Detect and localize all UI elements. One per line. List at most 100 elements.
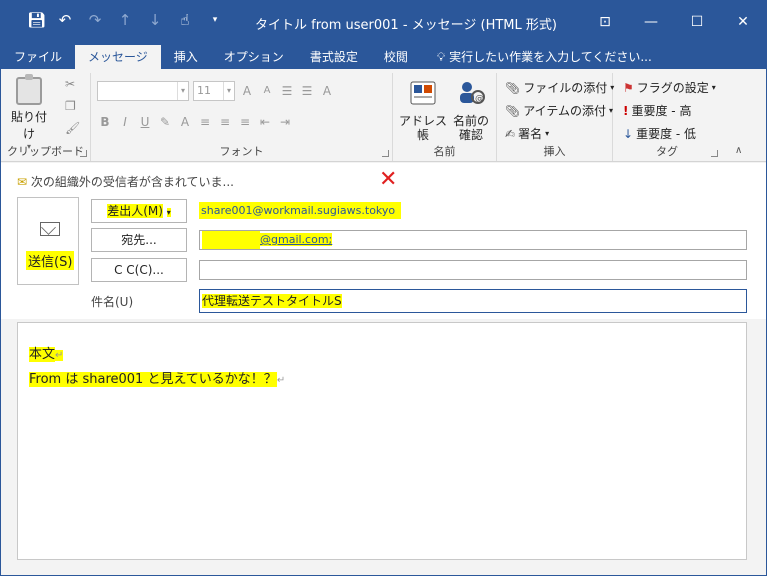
bold-button[interactable]: B (97, 113, 113, 131)
from-button[interactable]: 差出人(M) ▾ (91, 199, 187, 223)
title-bar: 💾︎ ↶ ↷ ↑ ↓ ☝︎ ▾ タイトル from user001 - メッセー… (1, 1, 766, 43)
from-label: 差出人(M) (107, 204, 163, 218)
cut-icon[interactable]: ✂ (65, 77, 75, 91)
numbering-icon[interactable]: ☰ (299, 82, 315, 100)
underline-button[interactable]: U (137, 113, 153, 131)
low-importance-label: 重要度 - 低 (636, 127, 697, 141)
names-group-label: 名前 (433, 145, 456, 158)
address-book-label: アドレス帳 (399, 114, 448, 142)
close-icon[interactable]: ✕ (379, 167, 397, 193)
high-importance-button[interactable]: ! 重要度 - 高 (623, 102, 691, 119)
message-body[interactable]: 本文↵ From は share001 と見えているかな！？↵ (17, 322, 747, 560)
send-label: 送信(S) (26, 251, 75, 270)
chevron-down-icon: ▾ (545, 129, 550, 138)
signature-button[interactable]: ✍︎ 署名 ▾ (505, 125, 549, 142)
highlight-icon[interactable]: ✎ (157, 113, 173, 131)
paperclip-icon: 📎︎ (505, 80, 521, 95)
shrink-font-icon[interactable]: A (259, 82, 275, 100)
send-button[interactable]: 送信(S) (17, 197, 79, 285)
customize-icon[interactable]: ▾ (207, 12, 223, 28)
attach-file-button[interactable]: 📎︎ ファイルの添付 ▾ (505, 79, 614, 96)
clear-formatting-icon[interactable]: A (319, 82, 335, 100)
follow-up-label: フラグの設定 (636, 81, 709, 95)
font-group-label: フォント (219, 145, 264, 158)
low-importance-button[interactable]: ↓ 重要度 - 低 (623, 125, 696, 142)
tab-format-text[interactable]: 書式設定 (297, 45, 371, 69)
align-center-icon[interactable]: ≡ (217, 113, 233, 131)
close-button[interactable]: ✕ (720, 1, 766, 43)
save-icon[interactable]: 💾︎ (27, 12, 46, 28)
collapse-ribbon-icon[interactable]: ∧ (735, 145, 742, 156)
paragraph-mark-icon: ↵ (55, 350, 64, 361)
attach-file-label: ファイルの添付 (523, 81, 608, 95)
clipboard-group: 貼り付け ▾ ✂ ❐ 🖌︎ クリップボード (1, 73, 91, 161)
font-name-combo[interactable]: ▾ (97, 81, 189, 101)
subject-field[interactable]: 代理転送テストタイトルS (199, 289, 747, 313)
italic-button[interactable]: I (117, 113, 133, 131)
tab-file[interactable]: ファイル (1, 45, 75, 69)
ribbon: 貼り付け ▾ ✂ ❐ 🖌︎ クリップボード ▾ 11 ▾ A A ☰ ☰ A B … (1, 69, 766, 162)
tab-review[interactable]: 校閲 (371, 45, 421, 69)
address-book-button[interactable]: アドレス帳 (399, 79, 447, 142)
up-icon[interactable]: ↑ (117, 12, 133, 28)
copy-icon[interactable]: ❐ (65, 99, 76, 113)
tab-message[interactable]: メッセージ (75, 45, 161, 69)
ribbon-tabs: ファイル メッセージ 挿入 オプション 書式設定 校閲 💡︎ 実行したい作業を入… (1, 43, 766, 69)
attach-item-icon: 📎︎ (505, 103, 521, 118)
lightbulb-icon: 💡︎ (436, 50, 450, 64)
maximize-button[interactable]: ☐ (674, 1, 720, 43)
font-launcher-icon[interactable] (382, 150, 389, 157)
high-importance-icon: ! (623, 103, 629, 118)
clipboard-launcher-icon[interactable] (80, 150, 87, 157)
format-painter-icon[interactable]: 🖌︎ (65, 121, 80, 135)
paste-button[interactable]: 貼り付け ▾ (9, 74, 49, 151)
low-importance-icon: ↓ (623, 126, 634, 141)
bullets-icon[interactable]: ☰ (279, 82, 295, 100)
attach-item-button[interactable]: 📎︎ アイテムの添付 ▾ (505, 102, 613, 119)
ribbon-display-options-button[interactable]: ⊡ (582, 1, 628, 43)
tab-insert[interactable]: 挿入 (161, 45, 211, 69)
check-names-button[interactable]: @ 名前の 確認 (449, 79, 493, 142)
check-names-label-2: 確認 (458, 128, 483, 142)
cc-button[interactable]: C C(C)... (91, 258, 187, 282)
external-recipient-warning: 次の組織外の受信者が含まれていま... (30, 175, 234, 189)
redacted-highlight (202, 231, 260, 249)
subject-label: 件名(U) (91, 295, 134, 309)
send-envelope-icon (40, 222, 60, 236)
touch-mode-icon[interactable]: ☝︎ (177, 12, 193, 28)
font-size-combo[interactable]: 11 ▾ (193, 81, 235, 101)
message-window: 💾︎ ↶ ↷ ↑ ↓ ☝︎ ▾ タイトル from user001 - メッセー… (0, 0, 767, 576)
chevron-down-icon: ▾ (177, 82, 188, 100)
align-right-icon[interactable]: ≡ (237, 113, 253, 131)
tell-me-box[interactable]: 💡︎ 実行したい作業を入力してください... (421, 45, 652, 69)
signature-icon: ✍︎ (505, 126, 516, 141)
mail-tip-icon: ✉︎ (17, 175, 28, 189)
high-importance-label: 重要度 - 高 (631, 104, 692, 118)
undo-icon[interactable]: ↶ (57, 12, 73, 28)
to-recipient: @gmail.com; (260, 233, 333, 246)
increase-indent-icon[interactable]: ⇥ (277, 113, 293, 131)
include-group: 📎︎ ファイルの添付 ▾ 📎︎ アイテムの添付 ▾ ✍︎ 署名 ▾ 挿入 (497, 73, 614, 161)
tags-group-label: タグ (656, 145, 678, 158)
down-icon[interactable]: ↓ (147, 12, 163, 28)
chevron-down-icon: ▾ (166, 208, 171, 217)
paste-label: 貼り付け (10, 110, 47, 141)
tab-options[interactable]: オプション (211, 45, 297, 69)
redo-icon[interactable]: ↷ (87, 12, 103, 28)
to-field[interactable]: @gmail.com; (199, 230, 747, 250)
follow-up-button[interactable]: ⚑ フラグの設定 ▾ (623, 79, 716, 96)
font-color-icon[interactable]: A (177, 113, 193, 131)
decrease-indent-icon[interactable]: ⇤ (257, 113, 273, 131)
grow-font-icon[interactable]: A (239, 82, 255, 100)
to-button[interactable]: 宛先... (91, 228, 187, 252)
quick-access-toolbar: 💾︎ ↶ ↷ ↑ ↓ ☝︎ ▾ (27, 12, 223, 28)
minimize-button[interactable]: — (628, 1, 674, 43)
check-names-label-1: 名前の (452, 114, 489, 128)
cc-field[interactable] (199, 260, 747, 280)
tags-launcher-icon[interactable] (711, 150, 718, 157)
subject-value: 代理転送テストタイトルS (202, 294, 342, 308)
font-size-value: 11 (197, 84, 211, 97)
clipboard-group-label: クリップボード (7, 145, 84, 158)
align-left-icon[interactable]: ≡ (197, 113, 213, 131)
flag-icon: ⚑ (623, 80, 634, 95)
